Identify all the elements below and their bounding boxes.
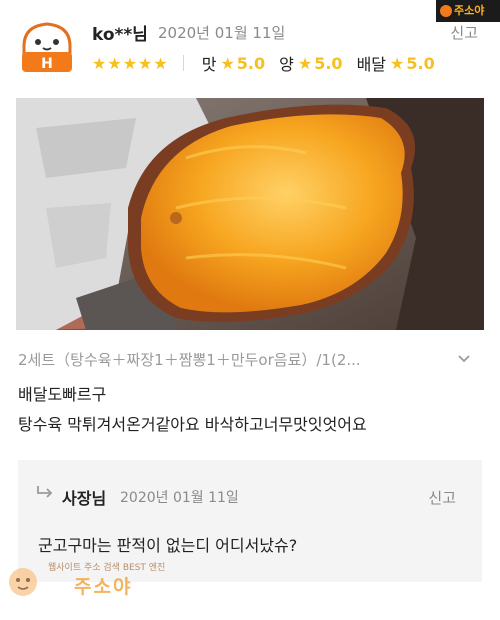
rating-label: 맛 (201, 55, 217, 74)
review-text-line-1: 배달도빠르구 (18, 385, 107, 404)
reply-owner-label: 사장님 (62, 489, 107, 508)
reply-date: 2020년 01월 11일 (120, 490, 239, 506)
rating-taste: 맛 ★ 5.0 (202, 51, 265, 75)
chevron-down-icon[interactable] (456, 350, 472, 366)
order-menu-summary[interactable]: 2세트（탕수육＋짜장1＋짬뽕1＋만두or음료）/1(2... (18, 349, 482, 370)
reply-arrow-icon (37, 486, 53, 498)
rating-divider (182, 55, 184, 71)
report-button[interactable]: 신고 (450, 22, 478, 43)
avatar: H (22, 22, 72, 72)
rating-label: 배달 (356, 55, 387, 74)
star-icon: ★ (220, 53, 235, 73)
watermark-logo-top: 주소야 (436, 0, 500, 22)
reviewer-nickname: ko**님 (92, 25, 148, 45)
rating-value: 5.0 (406, 53, 435, 73)
rating-row: ★★★★★ 맛 ★ 5.0 양 ★ 5.0 배달 ★ 5.0 (92, 51, 449, 75)
rating-label: 양 (279, 55, 294, 74)
svg-text:H: H (41, 56, 53, 72)
watermark-brand: 주소야 (74, 576, 133, 598)
watermark-top-text: 주소야 (454, 4, 485, 17)
rating-quantity: 양 ★ 5.0 (279, 51, 342, 75)
rating-delivery: 배달 ★ 5.0 (357, 51, 435, 75)
sweet-potato-image (16, 98, 484, 330)
review-date: 2020년 01월 11일 (158, 24, 286, 42)
watermark-face-icon (440, 5, 452, 17)
overall-stars: ★★★★★ (92, 53, 169, 73)
star-icon: ★ (297, 53, 313, 73)
watermark-logo-bottom: 웹사이트 주소 검색 BEST 엔진 주소야 (4, 556, 190, 602)
rating-value: 5.0 (236, 53, 266, 73)
rating-value: 5.0 (314, 53, 343, 73)
review-text-line-2: 탕수육 막튀겨서온거같아요 바삭하고너무맛잇엇어요 (18, 415, 367, 434)
reply-text: 군고구마는 판적이 없는디 어디서났슈? (38, 536, 298, 555)
watermark-face-icon (9, 568, 37, 596)
star-icon: ★ (390, 53, 405, 73)
review-photo[interactable] (16, 98, 484, 330)
reply-report-button[interactable]: 신고 (428, 487, 456, 508)
review-header: H ko**님 2020년 01월 11일 신고 주소야 ★★★★★ 맛 ★ 5… (0, 0, 500, 90)
